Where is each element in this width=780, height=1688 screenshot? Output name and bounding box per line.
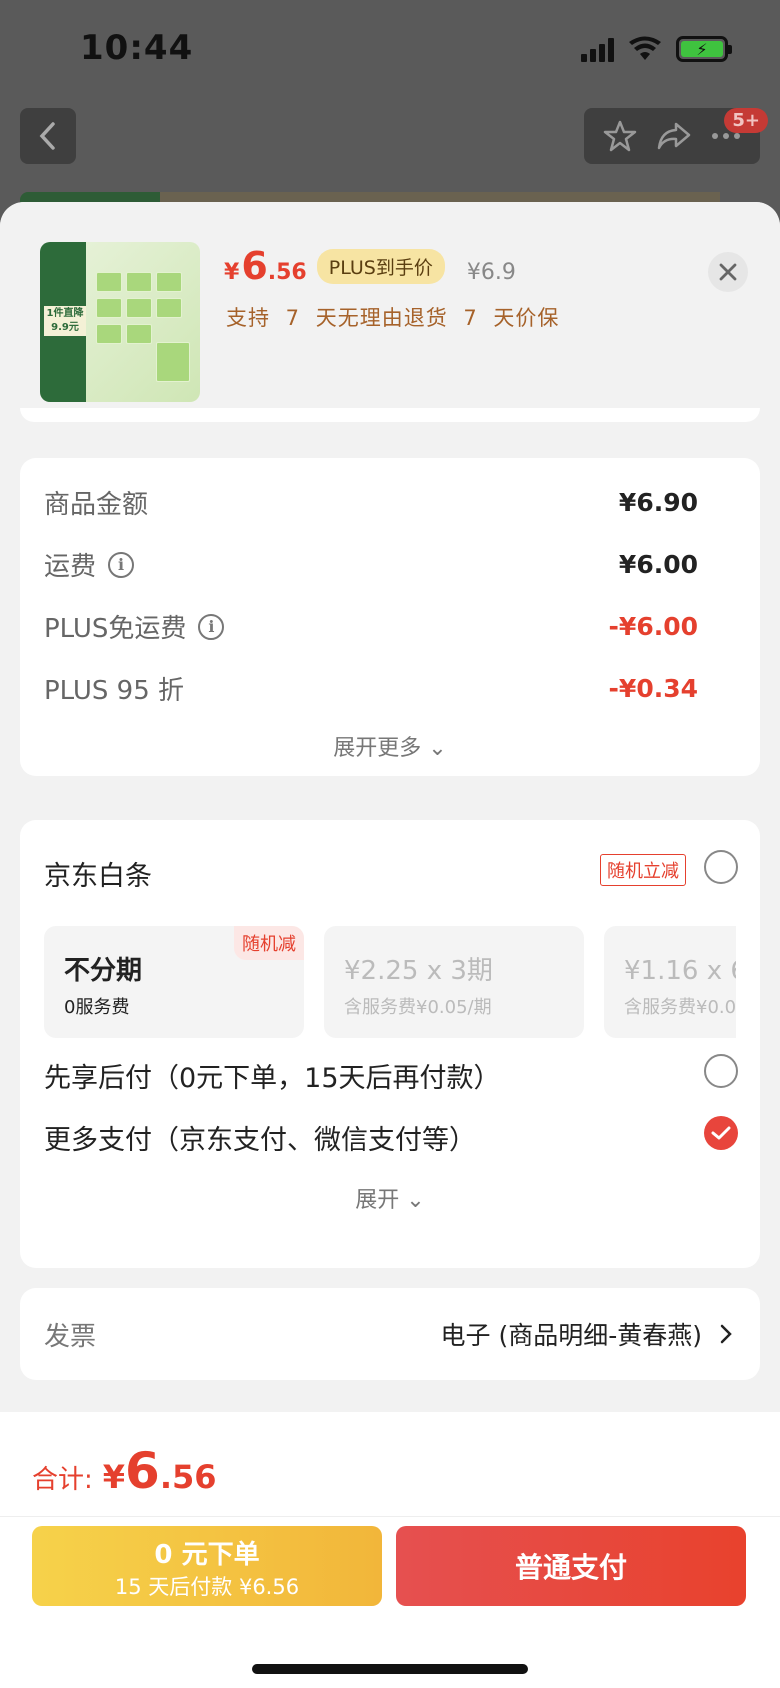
more-icon[interactable] [711,132,741,140]
fee-row: 商品金额 ¥6.90 [44,484,698,521]
home-indicator [252,1664,528,1674]
address-card-edge [20,408,760,422]
payment-expand-button[interactable]: 展开 ⌄ [20,1182,760,1214]
fee-card: 商品金额 ¥6.90 运费 i ¥6.00 PLUS免运费 i -¥6.00 P… [20,458,760,776]
thumbnail-pack [156,272,182,292]
fee-label: PLUS免运费 [44,614,187,644]
pay-later-button-line2: 15 天后付款 ¥6.56 [114,1575,300,1599]
invoice-label: 发票 [44,1322,97,1352]
fee-value: ¥6.00 [618,550,698,579]
share-icon[interactable] [656,120,692,152]
fee-label: PLUS 95 折 [44,676,185,706]
invoice-card[interactable]: 发票 电子 (商品明细-黄春燕) [20,1288,760,1380]
chevron-left-icon [39,122,55,150]
fee-value: ¥6.90 [618,488,698,517]
fee-row: 运费 i ¥6.00 [44,546,698,583]
plus-price-tag: PLUS到手价 [316,248,445,284]
pay-later-button[interactable]: 0 元下单 15 天后付款 ¥6.56 [32,1526,382,1606]
thumbnail-pack [126,324,152,344]
plan-sub: 含服务费¥0.05/期 [344,997,492,1018]
wifi-icon [629,36,661,60]
signal-icon [581,36,614,62]
baitiao-radio[interactable] [704,850,738,884]
battery-icon: ⚡ [676,36,732,62]
total-label: 合计: [32,1465,93,1495]
plan-6-installments[interactable]: ¥1.16 x 6期 含服务费¥0.05/期 [604,926,736,1038]
thumbnail-pack [96,324,122,344]
price-integer: 6 [241,244,268,288]
price-currency: ¥ [224,260,240,285]
star-icon[interactable] [603,119,637,153]
status-time: 10:44 [80,28,194,68]
info-icon[interactable]: i [108,551,135,578]
plan-3-installments[interactable]: ¥2.25 x 3期 含服务费¥0.05/期 [324,926,584,1038]
total-integer: 6 [125,1442,160,1500]
fee-row: PLUS免运费 i -¥6.00 [44,608,698,645]
thumbnail-tag-line1: 1件直降 [46,308,84,319]
info-icon[interactable]: i [198,613,225,640]
pay-later-radio[interactable] [704,1054,738,1088]
plan-sub: 0服务费 [64,997,130,1018]
back-button[interactable] [20,108,76,164]
message-badge: 5+ [724,108,768,133]
close-button[interactable] [708,252,748,292]
thumbnail-tag: 1件直降 9.9元 [44,306,86,336]
thumbnail-pack [126,298,152,318]
chevron-right-icon [720,1324,732,1344]
thumbnail-pack [96,298,122,318]
price-row: ¥ 6 .56 PLUS到手价 ¥6.9 [224,244,516,288]
invoice-value-wrap: 电子 (商品明细-黄春燕) [441,1316,732,1352]
installment-plans: 不分期 0服务费 随机减 ¥2.25 x 3期 含服务费¥0.05/期 ¥1.1… [44,926,736,1038]
fee-value: -¥0.34 [608,674,698,703]
thumbnail-tag-line2: 9.9元 [51,322,79,333]
fee-label-wrap: PLUS免运费 i [44,608,225,645]
thumbnail-pack [96,272,122,292]
status-icons: ⚡ [581,36,732,62]
more-payment-option[interactable]: 更多支付（京东支付、微信支付等） [44,1118,476,1157]
status-bar: 10:44 ⚡ [0,0,780,100]
random-discount-tag: 随机立减 [600,854,686,886]
close-icon [719,263,737,281]
checkout-bottom-bar: 合计: ¥ 6 .56 0 元下单 15 天后付款 ¥6.56 普通支付 [0,1412,780,1688]
product-thumbnail[interactable]: 1件直降 9.9元 [40,242,200,402]
plan-main: ¥1.16 x 6期 [624,956,736,986]
pay-later-option[interactable]: 先享后付（0元下单，15天后再付款） [44,1056,501,1095]
baitiao-title: 京东白条 [44,861,152,892]
divider [0,1516,780,1517]
more-payment-radio-checked[interactable] [704,1116,738,1150]
plan-no-installment[interactable]: 不分期 0服务费 随机减 [44,926,304,1038]
invoice-value: 电子 (商品明细-黄春燕) [440,1321,702,1350]
fee-label-wrap: 运费 i [44,546,135,583]
price-decimal: .56 [267,260,307,285]
original-price: ¥6.9 [466,260,516,285]
thumbnail-pack [156,342,190,382]
plan-corner-tag: 随机减 [234,926,304,960]
fee-row: PLUS 95 折 -¥0.34 [44,670,698,707]
pay-later-button-line1: 0 元下单 [154,1540,260,1570]
plan-main: ¥2.25 x 3期 [344,956,493,986]
total-decimal: .56 [159,1458,217,1496]
total-currency: ¥ [102,1458,126,1496]
fee-value: -¥6.00 [608,612,698,641]
expand-more-button[interactable]: 展开更多 ⌄ [20,730,760,762]
thumbnail-pack [126,272,152,292]
payment-card: 京东白条 随机立减 不分期 0服务费 随机减 ¥2.25 x 3期 含服务费¥0… [20,820,760,1268]
normal-pay-button[interactable]: 普通支付 [396,1526,746,1606]
service-promise: 支持 7 天无理由退货 7 天价保 [226,306,560,330]
thumbnail-pack [156,298,182,318]
fee-label: 商品金额 [44,490,149,520]
fee-label: 运费 [44,552,97,582]
checkmark-icon [711,1126,731,1140]
product-header: 1件直降 9.9元 ¥ 6 .56 PLUS到手价 ¥6.9 支持 7 天无理由… [0,202,780,420]
plan-sub: 含服务费¥0.05/期 [624,997,736,1018]
total-amount: 合计: ¥ 6 .56 [32,1442,217,1500]
